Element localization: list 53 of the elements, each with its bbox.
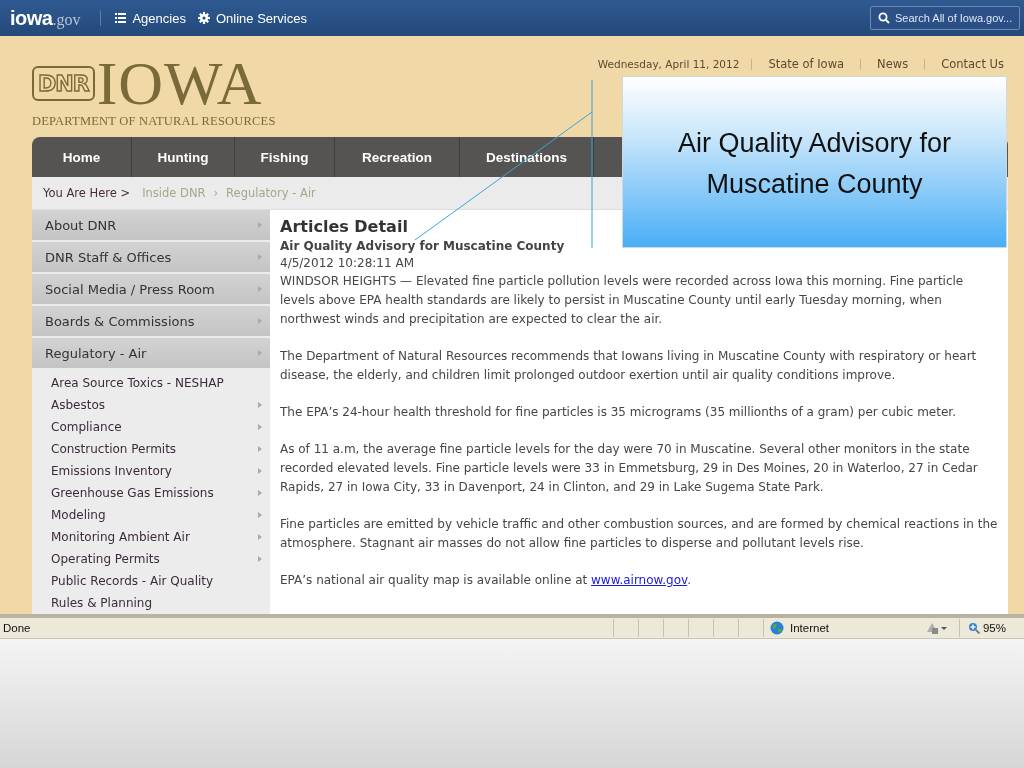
gear-icon <box>197 12 210 24</box>
article-title: Air Quality Advisory for Muscatine County <box>280 238 566 255</box>
paragraph: The Department of Natural Resources recommends that Iowans living in Muscatine County with respiratory or heart disease, the elderly, and children limit prolonged outdoor exertion until air quality conditions improve. <box>280 348 978 384</box>
header-link[interactable]: Contact Us <box>937 57 1008 71</box>
sidebar-item[interactable]: Boards & Commissions <box>32 306 270 336</box>
chevron-icon <box>258 254 262 260</box>
submenu-item[interactable]: Emissions Inventory <box>32 460 270 482</box>
list-icon <box>115 13 127 23</box>
search-icon <box>878 12 890 24</box>
logo-mark: DNR <box>32 65 95 101</box>
zoom-button[interactable]: 95% <box>958 619 1024 637</box>
submenu-item[interactable]: Public Records - Air Quality <box>32 570 270 592</box>
paragraph: Fine particles are emitted by vehicle traffic and other combustion sources, and are formed by chemical reactions in the atmosphere. Stagnant air masses do not allow fine particles to disperse and pollutant levels rise. <box>280 516 998 552</box>
paragraph: As of 11 a.m, the average fine particle levels for the day were 70 in Muscatine. Several other monitors in the state recorded elevated levels. Fine particle levels were 33 in Emmetsburg, 29 in Des Moines, 20 in Waterloo, 27 in Cedar Rapids, 27 in Iowa City, 33 in Davenport, 24 in Clinton, and 29 in Lake Sugema State Park. <box>280 441 979 496</box>
logo-title: IOWA <box>96 54 263 112</box>
top-link[interactable]: Online Services <box>197 10 307 26</box>
submenu-item[interactable]: Monitoring Ambient Air <box>32 526 270 548</box>
sidebar-item[interactable]: DNR Staff & Offices <box>32 242 270 272</box>
callout-text: Air Quality Advisory for Muscatine County <box>676 127 953 201</box>
header-link[interactable]: State of Iowa <box>764 57 849 71</box>
top-link[interactable]: Agencies <box>115 10 186 26</box>
logo-subtitle: DEPARTMENT OF NATURAL RESOURCES <box>32 114 276 129</box>
submenu-item[interactable]: Area Source Toxics - NESHAP <box>32 372 270 394</box>
site-logo[interactable]: iowa.gov <box>10 6 81 30</box>
submenu-item[interactable]: Construction Permits <box>32 438 270 460</box>
chevron-icon <box>258 350 262 356</box>
submenu-item[interactable]: Greenhouse Gas Emissions <box>32 482 270 504</box>
breadcrumb-separator: › <box>213 186 219 200</box>
zone-text: Internet <box>789 622 829 634</box>
paragraph: EPA’s national air quality map is available online at www.airnow.gov. <box>280 572 693 589</box>
paragraph: WINDSOR HEIGHTS — Elevated fine particle pollution levels were recorded across Iowa this morning. Fine particle levels above EPA health standards are likely to persist in Muscatine County until early Tuesday morning, when northwest winds and precipitation are expected to clear the air. <box>280 273 965 328</box>
submenu-item[interactable]: Rules & Planning <box>32 592 270 614</box>
breadcrumb-label: You Are Here > <box>43 186 131 200</box>
sidebar-item[interactable]: About DNR <box>32 210 270 240</box>
chevron-icon <box>258 222 262 228</box>
article-heading: Articles Detail <box>280 216 409 238</box>
submenu-item[interactable]: Operating Permits <box>32 548 270 570</box>
search-field[interactable]: Search All of Iowa.gov... <box>870 6 1020 30</box>
chevron-icon <box>258 286 262 292</box>
article-date: 4/5/2012 10:28:11 AM <box>280 255 415 272</box>
chevron-icon <box>258 318 262 324</box>
zoom-icon <box>967 622 980 634</box>
globe-icon <box>769 621 784 635</box>
submenu-item[interactable]: Compliance <box>32 416 270 438</box>
sidebar-item[interactable]: Regulatory - Air <box>32 338 270 368</box>
sidebar-item[interactable]: Social Media / Press Room <box>32 274 270 304</box>
submenu-item[interactable]: Asbestos <box>32 394 270 416</box>
status-text: Done <box>2 622 31 634</box>
date-text: Wednesday, April 11, 2012 <box>597 58 740 70</box>
link[interactable]: www.airnow.gov <box>591 573 688 587</box>
submenu-item[interactable]: Modeling <box>32 504 270 526</box>
paragraph: The EPA’s 24-hour health threshold for fine particles is 35 micrograms (35 millionths of a gram) per cubic meter. <box>280 404 957 421</box>
header-link[interactable]: News <box>873 57 913 71</box>
